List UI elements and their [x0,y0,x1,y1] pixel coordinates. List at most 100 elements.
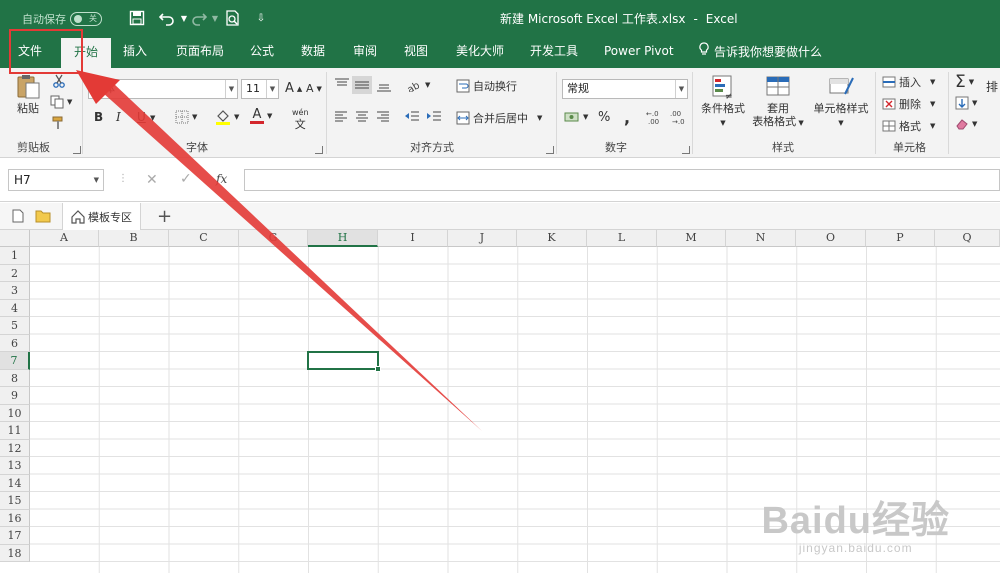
autosave-toggle[interactable]: 关 [70,12,102,26]
tab-developer[interactable]: 开发工具 [524,36,584,68]
select-all-corner[interactable] [0,230,30,247]
row-header[interactable]: 16 [0,509,30,527]
row-header[interactable]: 2 [0,264,30,282]
row-header[interactable]: 6 [0,334,30,352]
delete-cells-button[interactable]: 删除 ▼ [882,96,935,112]
open-folder-icon[interactable] [35,209,51,223]
align-top-icon[interactable] [334,78,350,92]
selected-cell-h7[interactable] [307,351,381,372]
column-header[interactable]: J [448,230,517,247]
redo-dropdown-icon[interactable]: ▼ [206,10,224,28]
column-header[interactable]: B [99,230,169,247]
row-header[interactable]: 9 [0,387,30,405]
column-header[interactable]: K [517,230,587,247]
column-header[interactable]: Q [935,230,1000,247]
align-middle-icon[interactable] [352,76,372,94]
column-header[interactable]: A [30,230,99,247]
save-icon[interactable] [128,10,146,28]
insert-function-icon[interactable]: fx [216,172,227,186]
row-header[interactable]: 3 [0,282,30,300]
new-document-icon[interactable] [12,209,24,223]
autosum-button[interactable]: Σ ▼ [955,72,974,92]
row-header-selected[interactable]: 7 [0,352,30,370]
cancel-icon[interactable]: ✕ [146,172,158,188]
row-header[interactable]: 17 [0,527,30,545]
column-header[interactable]: L [587,230,657,247]
customize-quick-access-icon[interactable]: ⇩ [252,10,270,28]
font-launcher-icon[interactable] [315,146,323,154]
tab-data[interactable]: 数据 [295,36,331,68]
conditional-format-button[interactable]: ≠ 条件格式 ▼ [697,74,749,130]
tell-me-box[interactable]: 告诉我你想要做什么 [692,36,828,68]
row-header[interactable]: 1 [0,247,30,265]
increase-decimal-icon[interactable]: ←.0.00 [646,109,666,125]
font-color-button[interactable]: A ▼ [250,108,272,124]
tab-beautify[interactable]: 美化大师 [450,36,510,68]
merge-dropdown-icon[interactable]: ▼ [537,114,542,122]
align-left-icon[interactable] [334,110,348,122]
print-preview-icon[interactable] [224,10,242,28]
borders-icon[interactable]: ▼ [175,110,197,124]
row-header[interactable]: 5 [0,317,30,335]
column-header[interactable]: M [657,230,726,247]
underline-button[interactable]: U [137,110,146,124]
copy-icon[interactable]: ▼ [50,95,72,109]
tab-view[interactable]: 视图 [398,36,434,68]
tab-home[interactable]: 开始 [61,36,111,68]
tab-review[interactable]: 审阅 [347,36,383,68]
clear-icon[interactable]: ▼ [955,118,977,130]
column-header-selected[interactable]: H [308,230,378,247]
format-painter-icon[interactable] [52,116,66,130]
increase-indent-icon[interactable] [426,110,442,122]
row-header[interactable]: 14 [0,474,30,492]
add-tab-icon[interactable]: + [157,206,172,227]
comma-button[interactable]: , [624,108,630,127]
decrease-indent-icon[interactable] [404,110,420,122]
cell-styles-button[interactable]: 单元格样式 ▼ [809,74,873,130]
align-right-icon[interactable] [376,110,390,122]
insert-cells-button[interactable]: 插入 ▼ [882,74,935,90]
column-header[interactable]: I [378,230,448,247]
row-header[interactable]: 8 [0,369,30,387]
paste-button[interactable]: 粘贴 [10,74,46,115]
tab-insert[interactable]: 插入 [117,36,153,68]
tab-formulas[interactable]: 公式 [244,36,280,68]
column-header[interactable]: N [726,230,796,247]
template-tab[interactable]: 模板专区 [62,203,141,230]
row-header[interactable]: 11 [0,422,30,440]
grow-font-button[interactable]: A ▲ [285,81,302,96]
row-header[interactable]: 13 [0,457,30,475]
font-name-select[interactable]: 宋体 ▼ [88,79,238,99]
decrease-decimal-icon[interactable]: .00 →.0 [670,109,690,125]
column-header[interactable]: C [169,230,239,247]
italic-button[interactable]: I [116,110,121,124]
alignment-launcher-icon[interactable] [546,146,554,154]
tab-page-layout[interactable]: 页面布局 [170,36,230,68]
column-header[interactable]: P [866,230,935,247]
row-header[interactable]: 18 [0,544,30,562]
column-header[interactable]: G [239,230,308,247]
format-as-table-button[interactable]: 套用 表格格式 ▼ [750,74,806,130]
align-bottom-icon[interactable] [376,78,392,92]
enter-icon[interactable]: ✓ [180,171,192,187]
merge-center-button[interactable]: 合并后居中 ▼ [456,110,542,126]
format-cells-button[interactable]: 格式 ▼ [882,118,935,134]
clipboard-launcher-icon[interactable] [73,146,81,154]
percent-button[interactable]: % [598,110,610,125]
font-size-select[interactable]: 11 ▼ [241,79,279,99]
undo-icon[interactable] [158,10,176,28]
orientation-icon[interactable]: ab ▼ [406,78,430,92]
column-header[interactable]: O [796,230,866,247]
shrink-font-button[interactable]: A ▼ [306,82,322,95]
copy-dropdown-icon[interactable]: ▼ [67,98,72,106]
phonetic-guide-button[interactable]: wén 文 [292,108,309,130]
tab-power-pivot[interactable]: Power Pivot [598,36,680,68]
accounting-format-icon[interactable]: ▼ [564,110,588,124]
row-header[interactable]: 10 [0,404,30,422]
formula-input[interactable] [244,169,1000,191]
fill-color-icon[interactable]: ▼ [215,108,239,126]
sort-filter-button[interactable]: 排 [986,78,998,95]
bold-button[interactable]: B [94,110,103,124]
row-header[interactable]: 12 [0,439,30,457]
number-format-select[interactable]: 常规 ▼ [562,79,688,99]
